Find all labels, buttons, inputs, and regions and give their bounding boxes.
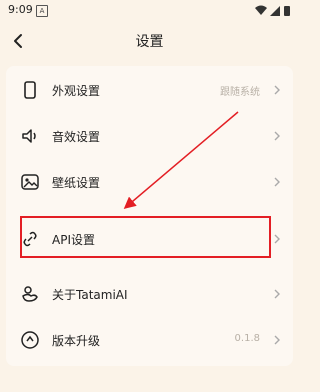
notification-icon: A — [36, 5, 48, 17]
signal-icon — [270, 6, 280, 16]
wifi-icon — [255, 5, 267, 15]
duck-icon — [22, 286, 38, 302]
status-time: 9:09 — [8, 3, 33, 16]
status-bar: 9:09 A — [0, 0, 299, 22]
settings-item-label: 外观设置 — [52, 84, 101, 98]
settings-item-value: 0.1.8 — [234, 333, 260, 344]
settings-item-upgrade[interactable]: 版本升级 0.1.8 — [20, 324, 286, 356]
chevron-right-icon — [274, 335, 280, 345]
page-title: 设置 — [135, 34, 164, 50]
upgrade-icon — [21, 331, 39, 349]
settings-item-label: 音效设置 — [52, 130, 101, 144]
settings-item-value: 跟随系统 — [220, 87, 260, 98]
settings-item-label: 关于TatamiAI — [52, 288, 128, 302]
wallpaper-icon — [21, 174, 39, 190]
header: 设置 — [0, 22, 299, 60]
phone-icon — [24, 81, 36, 99]
settings-item-appearance[interactable]: 外观设置 跟随系统 — [20, 74, 286, 106]
chevron-right-icon — [274, 177, 280, 187]
chevron-right-icon — [274, 289, 280, 299]
annotation-highlight-box — [20, 216, 271, 258]
settings-item-sound[interactable]: 音效设置 — [20, 120, 286, 152]
chevron-right-icon — [274, 85, 280, 95]
status-icons — [255, 5, 290, 16]
chevron-right-icon — [274, 131, 280, 141]
settings-item-about[interactable]: 关于TatamiAI — [20, 278, 286, 310]
speaker-icon — [22, 129, 36, 143]
battery-icon — [284, 6, 290, 16]
chevron-right-icon — [274, 234, 280, 244]
settings-item-wallpaper[interactable]: 壁纸设置 — [20, 166, 286, 198]
settings-item-label: 壁纸设置 — [52, 176, 101, 190]
settings-item-label: 版本升级 — [52, 334, 101, 348]
